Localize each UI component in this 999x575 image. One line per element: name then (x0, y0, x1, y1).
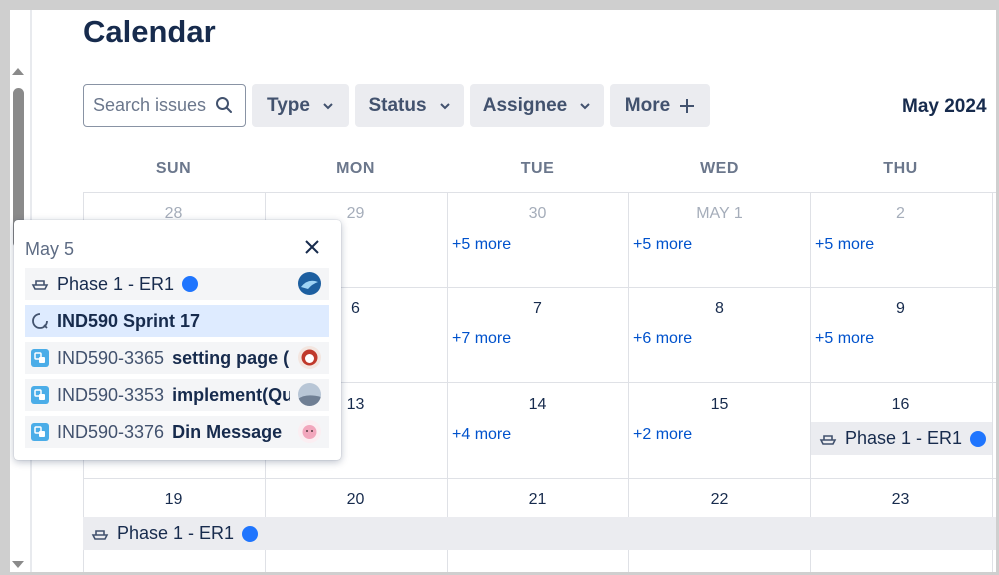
more-events-link[interactable]: +2 more (633, 426, 692, 444)
more-events-link[interactable]: +5 more (815, 236, 874, 254)
more-events-link[interactable]: +6 more (633, 330, 692, 348)
assignee-filter-label: Assignee (482, 94, 568, 116)
ship-icon (31, 280, 49, 290)
ship-icon (819, 434, 837, 445)
ship-icon (91, 529, 109, 540)
event-label: Phase 1 - ER1 (117, 523, 235, 543)
popup-release-item[interactable]: Phase 1 - ER1 (25, 268, 329, 300)
weekday-header: WED (700, 160, 739, 177)
grid-line (447, 192, 448, 572)
avatar (298, 272, 321, 295)
more-events-link[interactable]: +7 more (452, 330, 511, 348)
subtask-icon (31, 349, 49, 367)
avatar (298, 420, 321, 443)
more-filters-label: More (624, 94, 671, 116)
subtask-icon (31, 386, 49, 404)
release-event-bar[interactable]: Phase 1 - ER1 (811, 422, 992, 455)
search-box[interactable] (83, 84, 246, 127)
more-events-link[interactable]: +5 more (452, 236, 511, 254)
search-icon (216, 97, 232, 113)
sprint-label: IND590 Sprint 17 (57, 310, 201, 331)
release-status-dot (242, 525, 259, 542)
event-label: Phase 1 - ER1 (845, 428, 963, 448)
scroll-down-arrow-icon[interactable] (12, 561, 24, 568)
landscape-avatar-icon (298, 383, 321, 406)
dolphin-avatar-icon (298, 272, 321, 295)
day-number[interactable]: 9 (810, 300, 991, 318)
day-number[interactable]: 14 (447, 396, 628, 414)
day-number[interactable]: 20 (265, 491, 446, 509)
issue-summary: setting page ( (172, 347, 290, 368)
popup-issue-item[interactable]: IND590-3365 setting page ( (25, 342, 329, 374)
pink-character-avatar-icon (298, 420, 321, 443)
sprint-icon (32, 313, 48, 329)
release-label: Phase 1 - ER1 (57, 273, 175, 294)
plus-icon (680, 98, 695, 113)
day-number[interactable]: 15 (629, 396, 810, 414)
release-event-bar[interactable]: Phase 1 - ER1 (83, 517, 996, 550)
day-number[interactable]: 21 (447, 491, 628, 509)
subtask-icon (31, 423, 49, 441)
day-number[interactable]: 19 (83, 491, 264, 509)
weekday-header: THU (883, 160, 918, 177)
day-number[interactable]: 30 (447, 205, 628, 223)
type-filter-button[interactable]: Type (252, 84, 349, 127)
red-character-avatar-icon (298, 346, 321, 369)
popup-issue-item[interactable]: IND590-3376 Din Message (25, 416, 329, 448)
weekday-header: MON (336, 160, 375, 177)
issue-key: IND590-3376 (57, 421, 165, 442)
chevron-down-icon (580, 102, 590, 109)
chevron-down-icon (439, 102, 450, 109)
more-filters-button[interactable]: More (610, 84, 710, 127)
current-month-label: May 2024 (902, 96, 987, 117)
issue-key: IND590-3365 (57, 347, 165, 368)
day-number[interactable]: 7 (447, 300, 628, 318)
more-events-link[interactable]: +5 more (633, 236, 692, 254)
avatar (298, 346, 321, 369)
grid-line (628, 192, 629, 572)
search-input[interactable] (93, 95, 213, 116)
calendar-window: Calendar Type Status Assignee More May 2… (10, 10, 996, 572)
more-events-link[interactable]: +5 more (815, 330, 874, 348)
assignee-filter-button[interactable]: Assignee (470, 84, 604, 127)
page-title: Calendar (83, 14, 216, 49)
day-number[interactable]: MAY 1 (629, 205, 810, 223)
day-events-popup: May 5 Phase 1 - ER1 IND590 Sprint 17 IND… (14, 220, 341, 460)
chevron-down-icon (323, 102, 333, 109)
day-number[interactable]: 8 (629, 300, 810, 318)
scroll-up-arrow-icon[interactable] (12, 68, 24, 75)
popup-sprint-item[interactable]: IND590 Sprint 17 (25, 305, 329, 337)
avatar (298, 383, 321, 406)
grid-line (810, 192, 811, 572)
day-number[interactable]: 2 (810, 205, 991, 223)
day-number[interactable]: 22 (629, 491, 810, 509)
status-filter-label: Status (368, 94, 427, 116)
grid-line (83, 478, 996, 479)
weekday-header: TUE (520, 160, 555, 177)
close-icon[interactable] (303, 238, 321, 256)
issue-summary: implement(Qu (172, 384, 291, 405)
weekday-header: SUN (155, 160, 192, 177)
release-status-dot (970, 430, 987, 447)
grid-line (83, 192, 996, 193)
day-number[interactable]: 16 (810, 396, 991, 414)
day-number[interactable]: 23 (810, 491, 991, 509)
more-events-link[interactable]: +4 more (452, 426, 511, 444)
issue-summary: Din Message (172, 421, 283, 442)
issue-key: IND590-3353 (57, 384, 165, 405)
type-filter-label: Type (267, 94, 310, 116)
grid-line (992, 192, 993, 572)
popup-issue-item[interactable]: IND590-3353 implement(Qu (25, 379, 329, 411)
status-filter-button[interactable]: Status (355, 84, 464, 127)
popup-date: May 5 (25, 239, 75, 259)
release-status-dot (182, 276, 199, 292)
